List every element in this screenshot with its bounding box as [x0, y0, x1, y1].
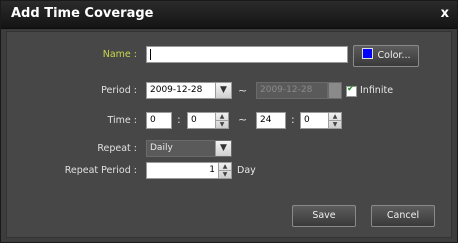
color-button-label: Color...	[377, 50, 411, 61]
calendar-button	[328, 82, 342, 99]
name-label: Name :	[102, 49, 137, 60]
spinner-arrows-icon[interactable]: ▲ ▼	[218, 163, 231, 178]
repeat-period-input[interactable]: 1 ▲ ▼	[146, 162, 232, 179]
period-end-date: 2009-12-28	[256, 82, 328, 99]
time-colon: :	[177, 113, 181, 126]
time-end-hour-value: 24	[260, 115, 272, 125]
repeat-label: Repeat :	[97, 143, 137, 154]
time-end-min-value: 0	[304, 115, 310, 125]
infinite-label: Infinite	[360, 85, 394, 96]
repeat-value: Daily	[150, 143, 173, 153]
period-label: Period :	[101, 85, 137, 96]
repeat-period-unit: Day	[237, 165, 256, 176]
add-time-coverage-dialog: Add Time Coverage x Name : Color... Peri…	[0, 0, 458, 243]
time-start-minute[interactable]: 0 ▲ ▼	[187, 112, 229, 129]
repeat-period-label: Repeat Period :	[64, 165, 137, 176]
name-input[interactable]	[146, 46, 348, 63]
dialog-title: Add Time Coverage	[11, 6, 154, 21]
spinner-arrows-icon[interactable]: ▲ ▼	[328, 113, 341, 128]
chevron-down-icon[interactable]: ▼	[215, 141, 231, 156]
text-caret	[150, 49, 151, 60]
time-start-hour-value: 0	[150, 115, 156, 125]
repeat-select[interactable]: Daily ▼	[146, 140, 232, 157]
spinner-arrows-icon[interactable]: ▲ ▼	[215, 113, 228, 128]
cancel-button[interactable]: Cancel	[371, 205, 435, 227]
period-end-value: 2009-12-28	[260, 85, 313, 95]
color-button[interactable]: Color...	[353, 45, 419, 67]
repeat-period-value: 1	[209, 165, 215, 175]
time-start-min-value: 0	[191, 115, 197, 125]
time-end-minute[interactable]: 0 ▲ ▼	[300, 112, 342, 129]
title-bar: Add Time Coverage x	[1, 1, 457, 29]
chevron-down-icon[interactable]: ▼	[215, 83, 231, 98]
period-start-value: 2009-12-28	[150, 85, 203, 95]
time-colon: :	[291, 113, 295, 126]
infinite-checkbox[interactable]	[346, 84, 357, 97]
period-separator: ~	[238, 84, 248, 97]
period-start-date[interactable]: 2009-12-28 ▼	[146, 82, 232, 99]
time-end-hour[interactable]: 24	[256, 112, 286, 129]
color-swatch	[361, 48, 373, 59]
time-label: Time :	[107, 115, 137, 126]
time-start-hour[interactable]: 0	[146, 112, 172, 129]
save-button[interactable]: Save	[292, 205, 356, 227]
close-icon[interactable]: x	[441, 6, 449, 21]
time-separator: ~	[238, 113, 248, 126]
dialog-body: Name : Color... Period : 2009-12-28 ▼ ~ …	[6, 31, 452, 238]
